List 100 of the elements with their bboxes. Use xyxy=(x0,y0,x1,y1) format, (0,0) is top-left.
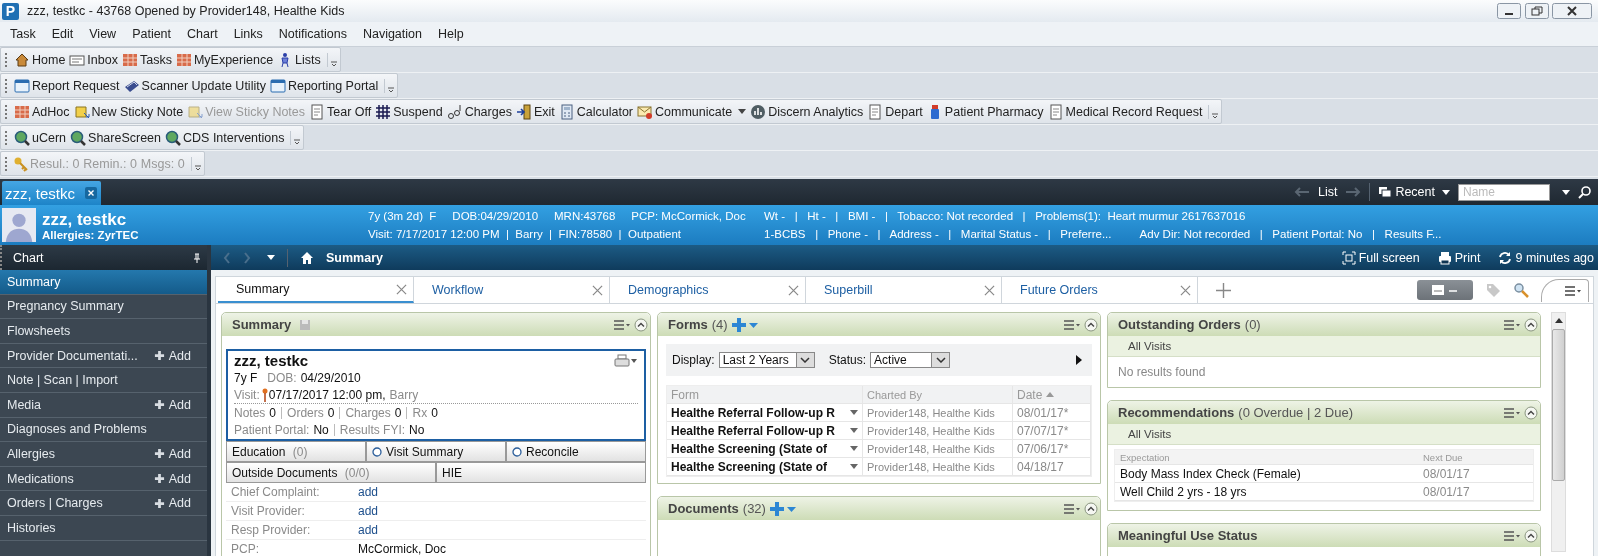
page-tab[interactable]: Summary xyxy=(218,277,414,303)
status-dropdown[interactable]: Active xyxy=(870,352,951,368)
menu-item[interactable]: View xyxy=(81,27,125,41)
toolbar-button[interactable]: ShareScreen xyxy=(69,129,164,146)
overflow-chevron-icon[interactable] xyxy=(384,78,396,93)
page-tab[interactable]: Demographics xyxy=(610,277,806,303)
menu-item[interactable]: Edit xyxy=(43,27,82,41)
overflow-chevron-icon[interactable] xyxy=(1208,104,1220,119)
toolbar-button[interactable]: Exit xyxy=(514,103,558,120)
menu-icon[interactable] xyxy=(1503,318,1521,331)
summary-button[interactable]: Visit Summary xyxy=(366,441,506,462)
sidebar-item[interactable]: Provider Documentati... Add xyxy=(0,343,207,369)
toolbar-button[interactable]: uCern xyxy=(13,129,70,146)
menu-tab[interactable] xyxy=(1541,278,1589,302)
toolbar-button[interactable]: Suspend xyxy=(374,103,446,120)
scroll-up-arrow-icon[interactable] xyxy=(1554,318,1563,323)
overflow-chevron-icon[interactable] xyxy=(290,130,302,145)
collapse-icon[interactable] xyxy=(1524,317,1538,332)
sidebar-item[interactable]: Media Add xyxy=(0,392,207,418)
toolbar-button[interactable]: Tasks xyxy=(120,51,175,68)
close-icon[interactable] xyxy=(85,187,97,199)
toolbar-button[interactable]: Report Request xyxy=(13,77,123,94)
caret-icon[interactable] xyxy=(1562,189,1570,195)
toolbar-button[interactable]: Depart xyxy=(866,103,926,120)
page-tab[interactable]: Future Orders xyxy=(1002,277,1198,303)
add-link[interactable]: Add xyxy=(153,446,191,461)
collapse-icon[interactable] xyxy=(634,317,648,332)
page-action[interactable]: Print xyxy=(1437,250,1481,265)
expand-arrow-icon[interactable] xyxy=(1076,355,1082,365)
menu-icon[interactable] xyxy=(1503,406,1521,419)
recent-button[interactable]: Recent xyxy=(1378,185,1450,199)
table-cell[interactable]: Healthe Screening (State of xyxy=(667,458,863,475)
add-link[interactable]: add xyxy=(358,504,379,518)
toolbar-button[interactable]: Scanner Update Utility xyxy=(122,77,269,94)
add-tab-icon[interactable] xyxy=(1216,282,1231,298)
restore-icon[interactable] xyxy=(1524,3,1550,19)
menu-item[interactable]: Patient xyxy=(124,27,180,41)
pin-icon[interactable] xyxy=(193,252,201,263)
collapse-icon[interactable] xyxy=(1084,317,1098,332)
toolbar-button[interactable]: Calculator xyxy=(557,103,636,120)
menu-item[interactable]: Links xyxy=(225,27,271,41)
toolbar-button[interactable]: CDS Interventions xyxy=(164,129,288,146)
collapse-icon[interactable] xyxy=(1084,501,1098,516)
summary-button[interactable]: Education (0) xyxy=(226,441,366,462)
collapse-icon[interactable] xyxy=(1524,528,1538,543)
menu-icon[interactable] xyxy=(1503,529,1521,542)
filter-label[interactable]: All Visits xyxy=(1108,336,1540,357)
add-menu-icon[interactable] xyxy=(731,316,760,333)
sidebar-item[interactable]: Allergies Add xyxy=(0,442,207,467)
toolbar-button[interactable]: MyExperience xyxy=(174,51,277,68)
toolbar-button[interactable]: Home xyxy=(13,51,69,68)
menu-item[interactable]: Help xyxy=(430,27,472,41)
home-icon[interactable] xyxy=(300,251,314,264)
overflow-chevron-icon[interactable] xyxy=(190,156,202,171)
scrollbar[interactable] xyxy=(1551,312,1566,552)
page-tab[interactable]: Superbill xyxy=(806,277,1002,303)
tray-button[interactable] xyxy=(1417,280,1473,300)
toolbar-button[interactable]: AdHoc xyxy=(13,103,73,120)
filter-label[interactable]: All Visits xyxy=(1108,424,1540,445)
menu-icon[interactable] xyxy=(1063,502,1081,515)
table-cell[interactable]: Healthe Referral Follow-up R xyxy=(667,422,863,439)
toolbar-button[interactable]: Patient Pharmacy xyxy=(925,103,1047,120)
add-link[interactable]: Add xyxy=(153,397,191,412)
overflow-chevron-icon[interactable] xyxy=(326,52,338,67)
minimize-icon[interactable] xyxy=(1496,3,1522,19)
toolbar-button[interactable]: New Sticky Note xyxy=(72,103,187,120)
menu-item[interactable]: Chart xyxy=(179,27,226,41)
toolbar-button[interactable]: Tear Off xyxy=(308,103,375,120)
summary-button[interactable]: HIE xyxy=(436,462,646,483)
menu-item[interactable]: Navigation xyxy=(354,27,430,41)
display-dropdown[interactable]: Last 2 Years xyxy=(718,352,815,368)
menu-icon[interactable] xyxy=(613,318,631,331)
caret-icon[interactable] xyxy=(267,255,275,260)
menu-item[interactable]: Notifications xyxy=(270,27,355,41)
sidebar-item[interactable]: Medications Add xyxy=(0,466,207,492)
toolbar-button[interactable]: Reporting Portal xyxy=(268,77,382,94)
sidebar-item[interactable]: Summary xyxy=(0,270,207,295)
add-link[interactable]: add xyxy=(358,485,379,499)
toolbar-button[interactable]: Lists xyxy=(276,51,324,68)
table-cell[interactable]: Healthe Screening (State of xyxy=(667,440,863,457)
collapse-icon[interactable] xyxy=(1524,405,1538,420)
toolbar-button[interactable]: Inbox xyxy=(68,51,121,68)
toolbar-button[interactable]: Discern Analytics xyxy=(749,103,867,120)
forward-arrow-icon[interactable] xyxy=(1345,187,1362,197)
search-icon[interactable] xyxy=(1578,185,1592,199)
page-action[interactable]: Full screen xyxy=(1341,250,1420,265)
printer-icon[interactable] xyxy=(614,353,638,368)
page-action[interactable]: 9 minutes ago xyxy=(1498,250,1594,265)
toolbar-button[interactable]: Communicate xyxy=(636,103,750,120)
summary-button[interactable]: Reconcile xyxy=(506,441,646,462)
toolbar-button[interactable]: Charges xyxy=(445,103,515,120)
scrollbar-thumb[interactable] xyxy=(1552,329,1565,481)
close-icon[interactable] xyxy=(1552,3,1592,19)
menu-item[interactable]: Task xyxy=(2,27,44,41)
menu-icon[interactable] xyxy=(1063,318,1081,331)
list-label[interactable]: List xyxy=(1317,185,1338,199)
page-tab[interactable]: Workflow xyxy=(414,277,610,303)
add-link[interactable]: Add xyxy=(153,348,191,363)
toolbar-button[interactable]: Medical Record Request xyxy=(1046,103,1206,120)
summary-button[interactable]: Outside Documents (0/0) xyxy=(226,462,436,483)
